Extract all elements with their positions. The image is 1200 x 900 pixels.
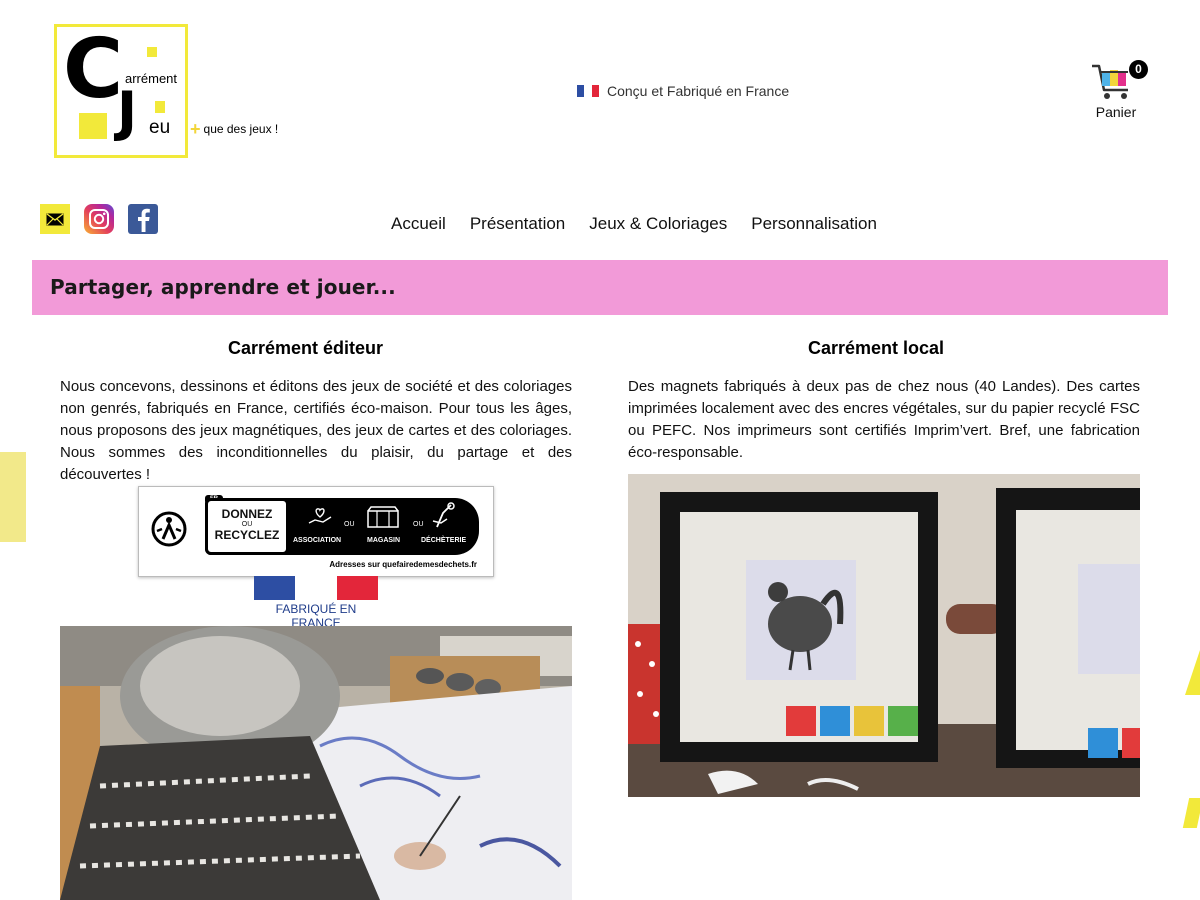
ou-text: OU bbox=[344, 521, 355, 528]
instagram-icon[interactable] bbox=[84, 204, 114, 234]
nav-label: Accueil bbox=[391, 214, 446, 233]
right-column-text: Des magnets fabriqués à deux pas de chez… bbox=[628, 378, 1140, 461]
triman-logo-icon bbox=[151, 511, 187, 547]
nav-item-jeux-coloriages[interactable]: Jeux & Coloriages bbox=[589, 214, 727, 234]
logo-square bbox=[79, 113, 107, 139]
site-logo[interactable]: C arrément J eu bbox=[54, 24, 188, 158]
tagline-text: que des jeux ! bbox=[203, 122, 279, 136]
decorative-shape bbox=[1182, 798, 1200, 828]
logo-square bbox=[147, 47, 157, 57]
ou-text: OU bbox=[413, 521, 424, 528]
title-text: Carrément local bbox=[808, 338, 945, 358]
left-column-text: Nous concevons, dessinons et éditons des… bbox=[60, 378, 572, 483]
section-banner: Partager, apprendre et jouer... bbox=[32, 260, 1168, 315]
recyclez-text: RECYCLEZ bbox=[214, 528, 280, 542]
made-in-france-badge: FABRIQUÉ EN FRANCE bbox=[254, 576, 378, 630]
recycling-address: Adresses sur quefairedemesdechets.fr bbox=[329, 560, 477, 569]
nav-label: Jeux & Coloriages bbox=[589, 214, 728, 233]
social-links bbox=[40, 204, 158, 234]
nav-item-personnalisation[interactable]: Personnalisation bbox=[751, 214, 877, 234]
donnez-recyclez-box: DONNEZ OU RECYCLEZ bbox=[205, 498, 289, 555]
left-column-title: Carrément éditeur bbox=[214, 310, 384, 359]
banner-title: Partager, apprendre et jouer... bbox=[50, 275, 396, 299]
decorative-shape bbox=[0, 452, 26, 542]
logo-word-eu: eu bbox=[149, 117, 171, 138]
france-flag-icon bbox=[254, 576, 378, 600]
decheterie-label: DÉCHÈTERIE bbox=[421, 537, 467, 544]
framed-magnets-photo bbox=[628, 474, 1140, 797]
right-column-title: Carrément local bbox=[794, 310, 945, 359]
logo-square bbox=[155, 101, 165, 113]
facebook-icon[interactable] bbox=[128, 204, 158, 234]
logo-letter-j: J bbox=[117, 80, 138, 143]
nav-label: Présentation bbox=[469, 214, 566, 233]
nav-item-presentation[interactable]: Présentation bbox=[470, 214, 565, 234]
mail-icon[interactable] bbox=[40, 204, 70, 234]
cart-count-badge: 0 bbox=[1129, 60, 1148, 79]
shopping-cart-icon bbox=[1092, 64, 1128, 99]
decorative-shape bbox=[1185, 650, 1200, 695]
store-icon bbox=[367, 506, 399, 528]
brand-tagline: + que des jeux ! bbox=[190, 119, 278, 140]
recycling-center-icon bbox=[432, 502, 455, 528]
title-text: Carrément éditeur bbox=[228, 338, 384, 358]
plus-icon: + bbox=[190, 119, 201, 139]
logo-letter-c: C bbox=[63, 22, 124, 117]
artist-drawing-photo bbox=[60, 626, 572, 900]
made-in-text: Conçu et Fabriqué en France bbox=[607, 83, 790, 99]
association-label: ASSOCIATION bbox=[293, 537, 342, 544]
nav-item-accueil[interactable]: Accueil bbox=[387, 196, 446, 241]
main-navigation: Accueil Présentation Jeux & Coloriages P… bbox=[387, 196, 877, 241]
nav-label: Personnalisation bbox=[751, 214, 877, 233]
hand-heart-icon bbox=[308, 508, 332, 524]
cart-button[interactable]: 0 Panier bbox=[1086, 60, 1150, 124]
france-flag-icon bbox=[577, 85, 599, 97]
donnez-text: DONNEZ bbox=[221, 507, 273, 521]
recycling-info-badge: FR DONNEZ OU RECYCLEZ OU OU ASSOCIATION … bbox=[138, 486, 494, 577]
cart-label: Panier bbox=[1095, 104, 1137, 120]
magasin-label: MAGASIN bbox=[367, 537, 401, 544]
made-in-france-notice: Conçu et Fabriqué en France bbox=[577, 83, 789, 99]
